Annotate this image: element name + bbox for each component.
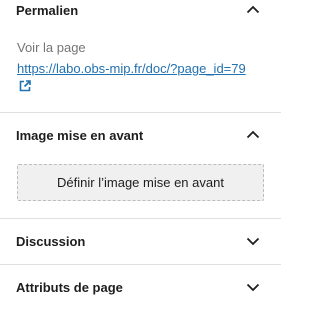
permalink-section-toggle[interactable]: Permalien [0,0,281,32]
featured-image-section-toggle[interactable]: Image mise en avant [0,113,281,157]
chevron-down-icon [246,237,260,246]
view-page-label: Voir la page [17,40,86,55]
set-featured-image-button[interactable]: Définir l’image mise en avant [17,164,264,201]
chevron-down-icon [246,283,260,292]
page-attributes-section-toggle[interactable]: Attributs de page [0,265,281,309]
discussion-section-title: Discussion [16,233,86,249]
featured-image-section-title: Image mise en avant [16,127,144,143]
external-link-icon[interactable] [17,78,33,94]
permalink-section-title: Permalien [16,2,79,18]
permalink-url-link[interactable]: https://labo.obs-mip.fr/doc/?page_id=79 [17,61,246,76]
document-settings-panel: Permalien Voir la page https://labo.obs-… [0,0,281,295]
page-attributes-section-title: Attributs de page [16,279,123,295]
discussion-section-toggle[interactable]: Discussion [0,219,281,263]
chevron-up-icon [246,130,260,139]
chevron-up-icon [246,5,260,14]
